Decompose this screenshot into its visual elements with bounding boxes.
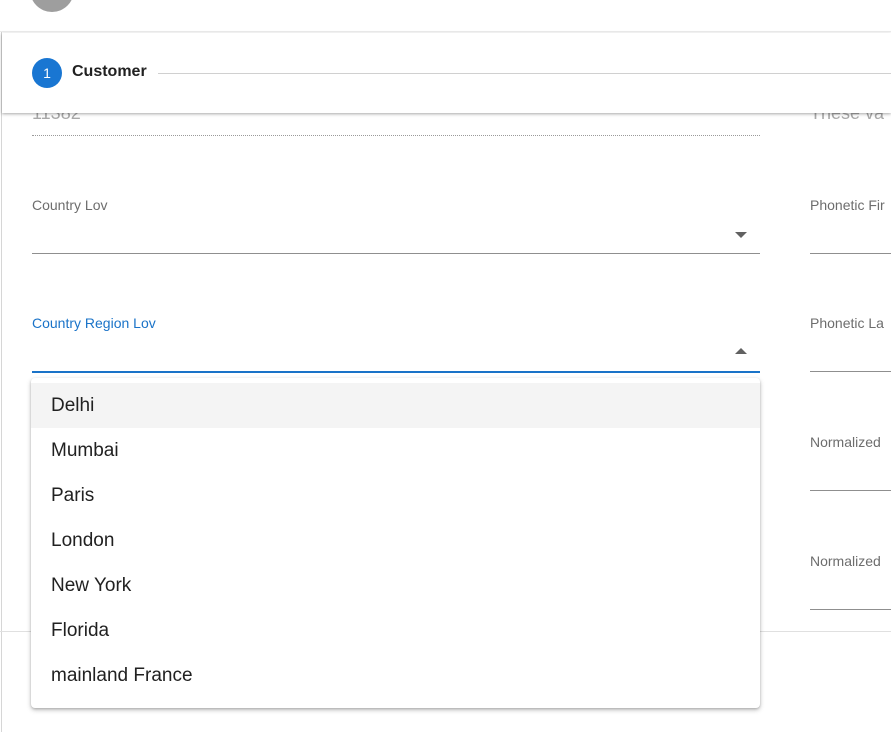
field-underline (810, 371, 891, 372)
chevron-down-icon[interactable] (735, 232, 747, 238)
customer-id-value: 11382 (32, 113, 81, 123)
phonetic-first-label: Phonetic Fir (810, 197, 885, 213)
phonetic-first-field[interactable]: Phonetic Fir (810, 197, 891, 255)
readonly-note-value: These va (810, 113, 885, 123)
country-lov-label: Country Lov (32, 197, 108, 213)
dropdown-option-new-york[interactable]: New York (31, 563, 760, 608)
step-number-badge[interactable]: 1 (32, 58, 62, 88)
field-underline (810, 253, 891, 254)
app-frame: 1 Customer 11382 These va Country Lov Co… (0, 0, 891, 732)
field-underline (810, 490, 891, 491)
avatar[interactable] (30, 0, 74, 12)
dropdown-option-paris[interactable]: Paris (31, 473, 760, 518)
stepper-header: 1 Customer (2, 33, 891, 113)
country-region-dropdown: Delhi Mumbai Paris London New York Flori… (31, 378, 760, 708)
normalized-field-1[interactable]: Normalized (810, 434, 891, 492)
country-lov-select[interactable]: Country Lov (32, 197, 760, 255)
readonly-note-field: These va (810, 113, 891, 137)
stepper-connector-line (158, 73, 891, 74)
field-underline (32, 135, 760, 136)
field-underline (32, 253, 760, 254)
country-region-lov-select[interactable]: Country Region Lov (32, 315, 760, 375)
dropdown-option-florida[interactable]: Florida (31, 608, 760, 653)
dropdown-option-mainland-france[interactable]: mainland France (31, 653, 760, 698)
normalized-field-2[interactable]: Normalized (810, 553, 891, 611)
chevron-up-icon[interactable] (735, 348, 747, 354)
country-region-lov-label: Country Region Lov (32, 315, 156, 331)
normalized-label-1: Normalized (810, 434, 881, 450)
dropdown-option-mumbai[interactable]: Mumbai (31, 428, 760, 473)
step-label-customer[interactable]: Customer (72, 63, 147, 81)
phonetic-last-field[interactable]: Phonetic La (810, 315, 891, 373)
top-bar (0, 0, 891, 32)
dropdown-option-delhi[interactable]: Delhi (31, 383, 760, 428)
customer-id-field[interactable]: 11382 (32, 113, 760, 137)
field-underline (810, 609, 891, 610)
normalized-label-2: Normalized (810, 553, 881, 569)
dropdown-option-london[interactable]: London (31, 518, 760, 563)
field-underline-focused (32, 371, 760, 373)
phonetic-last-label: Phonetic La (810, 315, 884, 331)
